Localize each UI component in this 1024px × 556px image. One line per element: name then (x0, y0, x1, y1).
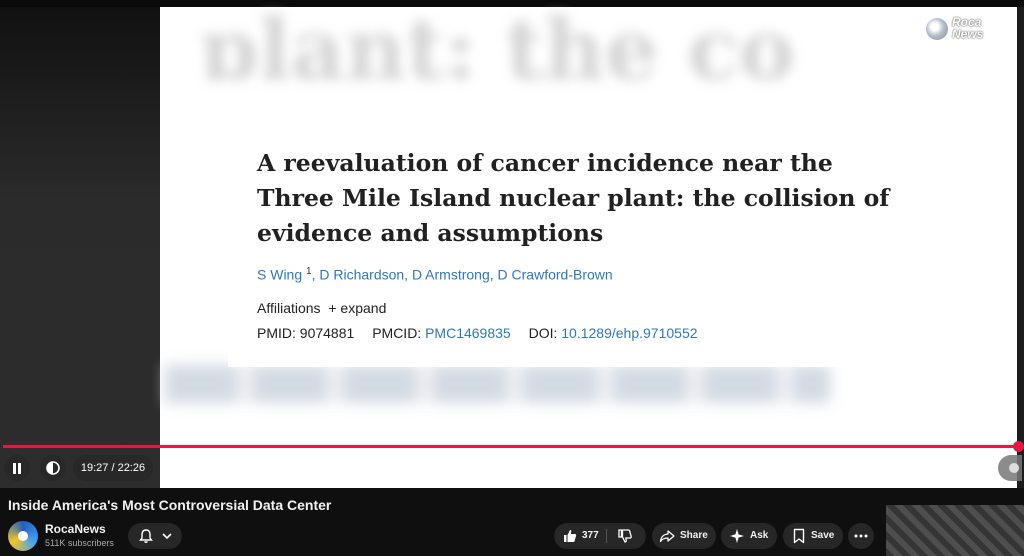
like-dislike-group: 377 (554, 523, 646, 549)
save-button[interactable]: Save (783, 523, 843, 549)
chevron-down-icon (162, 533, 172, 540)
paper-identifiers: PMID: 9074881 PMCID: PMC1469835 DOI: 10.… (257, 325, 698, 341)
share-button[interactable]: Share (652, 523, 716, 549)
pause-button[interactable] (4, 455, 30, 481)
ask-label: Ask (750, 530, 769, 541)
sparkle-icon (730, 529, 744, 543)
bell-icon (139, 529, 153, 543)
related-video-thumbnail[interactable] (886, 505, 1024, 556)
pmid-label: PMID: (257, 325, 296, 341)
volume-icon (46, 461, 60, 475)
more-horizontal-icon (854, 534, 868, 538)
share-label: Share (680, 530, 708, 541)
pmcid-value: PMC1469835 (425, 325, 511, 341)
authors-rest: , D Richardson, D Armstrong, D Crawford-… (311, 266, 613, 283)
progress-bar-fill (3, 445, 1018, 448)
progress-scrubber-handle[interactable] (1013, 441, 1024, 452)
pmcid-label: PMCID: (372, 325, 422, 341)
save-label: Save (811, 530, 835, 541)
affiliations-label: Affiliations (257, 300, 321, 316)
volume-button[interactable] (40, 455, 66, 481)
watermark-text: Roca News (952, 16, 983, 40)
author-first: S Wing (257, 266, 303, 283)
paper-title: A reevaluation of cancer incidence near … (257, 149, 890, 247)
doi-label: DOI: (528, 325, 558, 341)
like-count[interactable]: 377 (582, 523, 599, 549)
watermark-line-2: News (952, 27, 984, 41)
channel-name[interactable]: RocaNews (45, 522, 106, 536)
progress-bar[interactable] (3, 445, 1018, 448)
ask-button[interactable]: Ask (721, 523, 777, 549)
bookmark-icon (793, 528, 805, 544)
share-icon (659, 530, 675, 543)
thumbs-down-icon[interactable] (617, 528, 633, 544)
video-title: Inside America's Most Controversial Data… (8, 497, 332, 513)
subscriber-count: 511K subscribers (45, 538, 114, 548)
thumbs-up-icon[interactable] (562, 528, 578, 544)
globe-icon (926, 18, 948, 40)
circle-icon (1009, 463, 1019, 473)
more-actions-button[interactable] (848, 523, 874, 549)
affiliations-row: Affiliations + expand (257, 300, 386, 316)
channel-avatar[interactable] (8, 521, 38, 551)
pmid-value: 9074881 (299, 325, 355, 341)
plus-icon: + (328, 300, 337, 316)
time-display: 19:27 / 22:26 (73, 455, 153, 481)
blurred-background-strip (165, 365, 830, 403)
doi-value: 10.1289/ehp.9710552 (561, 325, 698, 341)
notification-bell-button[interactable] (128, 523, 182, 549)
blurred-background-text: plant: the co (200, 0, 795, 80)
video-right-edge (1017, 7, 1024, 488)
expand-label: expand (340, 300, 387, 316)
paper-authors: S Wing 1, D Richardson, D Armstrong, D C… (257, 266, 613, 283)
side-panel-toggle-button[interactable] (998, 455, 1022, 481)
channel-watermark-logo: Roca News (926, 16, 1004, 44)
like-divider (606, 529, 607, 543)
video-player[interactable]: plant: the co A reevaluation of cancer i… (0, 0, 1024, 488)
video-left-dark-area (0, 7, 160, 488)
